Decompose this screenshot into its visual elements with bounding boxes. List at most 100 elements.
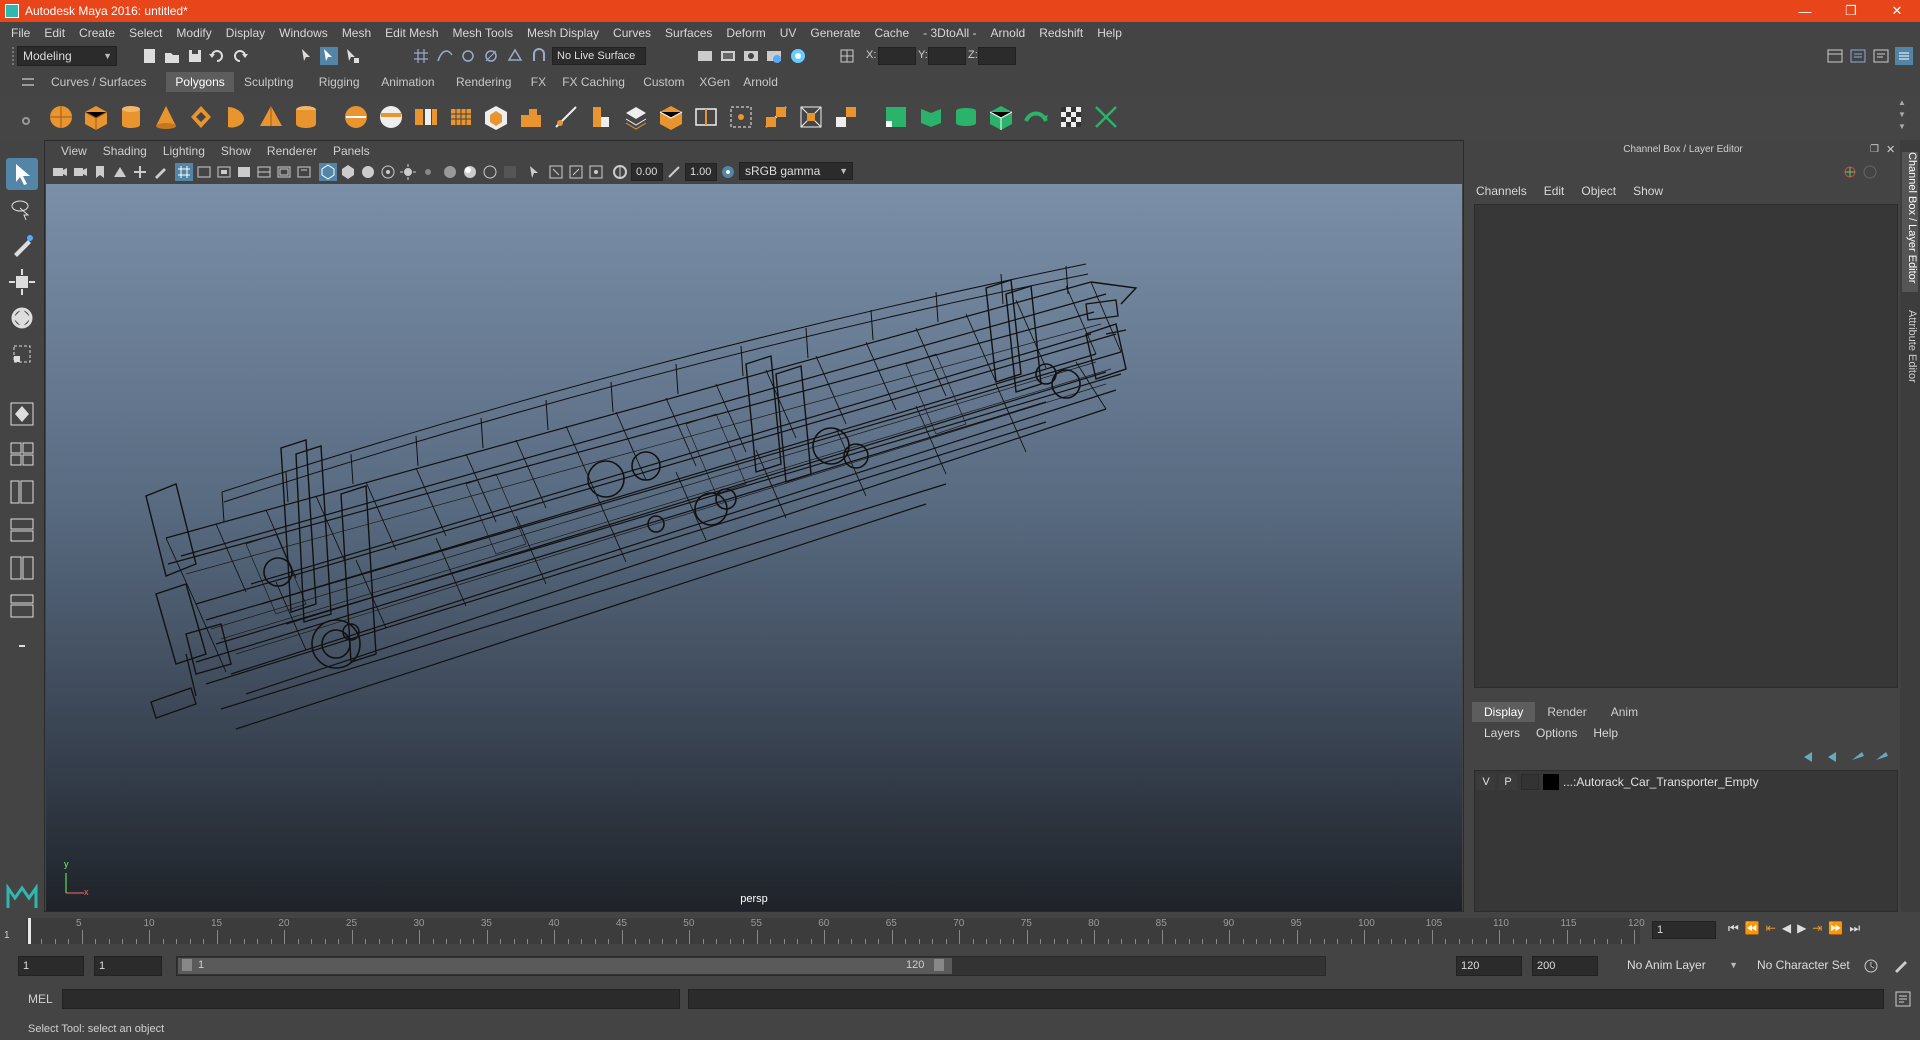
append-to-polygon-icon[interactable]	[622, 103, 650, 131]
range-right-grip[interactable]	[934, 959, 944, 971]
layer-menu-options[interactable]: Options	[1536, 726, 1577, 740]
script-editor-icon[interactable]	[1894, 990, 1912, 1008]
poly-pyramid-icon[interactable]	[257, 103, 285, 131]
cut-sew-uv-icon[interactable]	[1092, 103, 1120, 131]
screen-space-ao-icon[interactable]	[441, 163, 459, 181]
scale-tool[interactable]	[6, 338, 38, 370]
combine-icon[interactable]	[342, 103, 370, 131]
textured-icon[interactable]	[379, 163, 397, 181]
tab-arnold[interactable]: Arnold	[734, 72, 787, 92]
depth-of-field-icon[interactable]	[501, 163, 519, 181]
y-field[interactable]	[928, 47, 966, 65]
playback-start-field[interactable]: 1	[94, 956, 162, 976]
open-scene-icon[interactable]	[163, 47, 181, 65]
channel-box-mode-icons[interactable]	[1842, 164, 1886, 180]
extract-icon[interactable]	[412, 103, 440, 131]
channel-box-menu-edit[interactable]: Edit	[1544, 184, 1565, 198]
layer-tab-anim[interactable]: Anim	[1599, 702, 1650, 722]
poly-cube-icon[interactable]	[82, 103, 110, 131]
menu-modify[interactable]: Modify	[169, 26, 218, 40]
reduce-icon[interactable]	[797, 103, 825, 131]
channel-box-menu-object[interactable]: Object	[1581, 184, 1616, 198]
channel-box-menu-show[interactable]: Show	[1633, 184, 1663, 198]
xray-joints-icon[interactable]	[587, 163, 605, 181]
layer-tab-render[interactable]: Render	[1535, 702, 1598, 722]
save-scene-icon[interactable]	[186, 47, 204, 65]
viewport-menu-shading[interactable]: Shading	[95, 144, 155, 158]
gamma-field[interactable]: 1.00	[685, 163, 717, 181]
time-ruler[interactable]: 5 10 15 20 25 30 35 40 45 50 55 60 65 70 75 80 85 90 95 100…	[26, 918, 1645, 944]
ipr-render-icon[interactable]	[719, 47, 737, 65]
menu-surfaces[interactable]: Surfaces	[658, 26, 719, 40]
layer-menu-help[interactable]: Help	[1593, 726, 1618, 740]
shelf-menu-icon[interactable]	[22, 78, 34, 86]
panel-close-icon[interactable]: ✕	[1886, 143, 1895, 156]
tab-custom[interactable]: Custom	[634, 72, 693, 92]
grip-handle[interactable]	[12, 47, 16, 65]
persp-hypershade-layout-icon[interactable]	[6, 552, 38, 584]
step-back-key-icon[interactable]: ⏪	[1745, 921, 1760, 936]
menu-mesh[interactable]: Mesh	[335, 26, 378, 40]
snap-grid-icon[interactable]	[412, 47, 430, 65]
select-object-icon[interactable]	[320, 47, 338, 65]
poly-torus-icon[interactable]	[187, 103, 215, 131]
command-input[interactable]	[62, 989, 680, 1009]
poly-plane-icon[interactable]	[222, 103, 250, 131]
poly-cylinder-icon[interactable]	[117, 103, 145, 131]
menu-deform[interactable]: Deform	[719, 26, 772, 40]
tab-fx-caching[interactable]: FX Caching	[553, 72, 634, 92]
exposure-icon[interactable]	[611, 163, 629, 181]
layer-tab-display[interactable]: Display	[1472, 702, 1536, 722]
extrude-icon[interactable]	[517, 103, 545, 131]
motion-blur-icon[interactable]	[461, 163, 479, 181]
menu-curves[interactable]: Curves	[606, 26, 658, 40]
go-to-start-icon[interactable]: ⏮	[1728, 921, 1739, 936]
isolate-select-icon[interactable]	[525, 163, 543, 181]
step-forward-key-icon[interactable]: ⏩	[1828, 921, 1843, 936]
cylindrical-map-icon[interactable]	[952, 103, 980, 131]
select-component-icon[interactable]	[343, 47, 361, 65]
play-forwards-icon[interactable]: ▶	[1797, 921, 1806, 936]
persp-graph-layout-icon[interactable]	[6, 514, 38, 546]
layer-color-swatch[interactable]	[1543, 774, 1559, 790]
anim-layer-dropdown[interactable]: No Anim Layer ▼	[1622, 956, 1742, 976]
maximize-button[interactable]: ❐	[1828, 0, 1874, 22]
tab-curves-surfaces[interactable]: Curves / Surfaces	[42, 72, 155, 92]
paint-select-tool[interactable]	[6, 230, 38, 262]
auto-key-icon[interactable]	[1862, 957, 1880, 975]
menu-cache[interactable]: Cache	[867, 26, 916, 40]
menu-help[interactable]: Help	[1090, 26, 1129, 40]
step-back-frame-icon[interactable]: ⇤	[1766, 921, 1776, 936]
2d-pan-zoom-icon[interactable]	[131, 163, 149, 181]
menu-edit-mesh[interactable]: Edit Mesh	[378, 26, 445, 40]
quadrangulate-icon[interactable]	[832, 103, 860, 131]
z-field[interactable]	[978, 47, 1016, 65]
uv-editor-icon[interactable]	[882, 103, 910, 131]
command-language-label[interactable]: MEL	[28, 992, 53, 1006]
undo-icon[interactable]	[208, 47, 226, 65]
single-perspective-layout-icon[interactable]	[6, 398, 38, 430]
field-chart-icon[interactable]	[255, 163, 273, 181]
go-to-end-icon[interactable]: ⏭	[1849, 921, 1860, 936]
layer-playback-toggle[interactable]: P	[1499, 774, 1517, 790]
viewport-menu-panels[interactable]: Panels	[325, 144, 378, 158]
xray-active-components-icon[interactable]	[567, 163, 585, 181]
fill-hole-icon[interactable]	[657, 103, 685, 131]
anti-aliasing-icon[interactable]	[481, 163, 499, 181]
channel-box-menu-channels[interactable]: Channels	[1476, 184, 1527, 198]
playback-end-field[interactable]: 120	[1456, 956, 1522, 976]
step-forward-frame-icon[interactable]: ⇥	[1812, 921, 1822, 936]
tab-rendering[interactable]: Rendering	[447, 72, 520, 92]
snap-curve-icon[interactable]	[436, 47, 454, 65]
toolbox-collapse-icon[interactable]	[6, 630, 38, 662]
grid-toggle-icon[interactable]	[175, 163, 193, 181]
animation-end-field[interactable]: 200	[1532, 956, 1598, 976]
automatic-map-icon[interactable]	[987, 103, 1015, 131]
viewport-menu-lighting[interactable]: Lighting	[155, 144, 213, 158]
tab-animation[interactable]: Animation	[372, 72, 443, 92]
gamma-icon[interactable]	[665, 163, 683, 181]
poly-sphere-icon[interactable]	[47, 103, 75, 131]
range-left-grip[interactable]	[182, 959, 192, 971]
new-scene-icon[interactable]	[141, 47, 159, 65]
use-all-lights-icon[interactable]	[399, 163, 417, 181]
